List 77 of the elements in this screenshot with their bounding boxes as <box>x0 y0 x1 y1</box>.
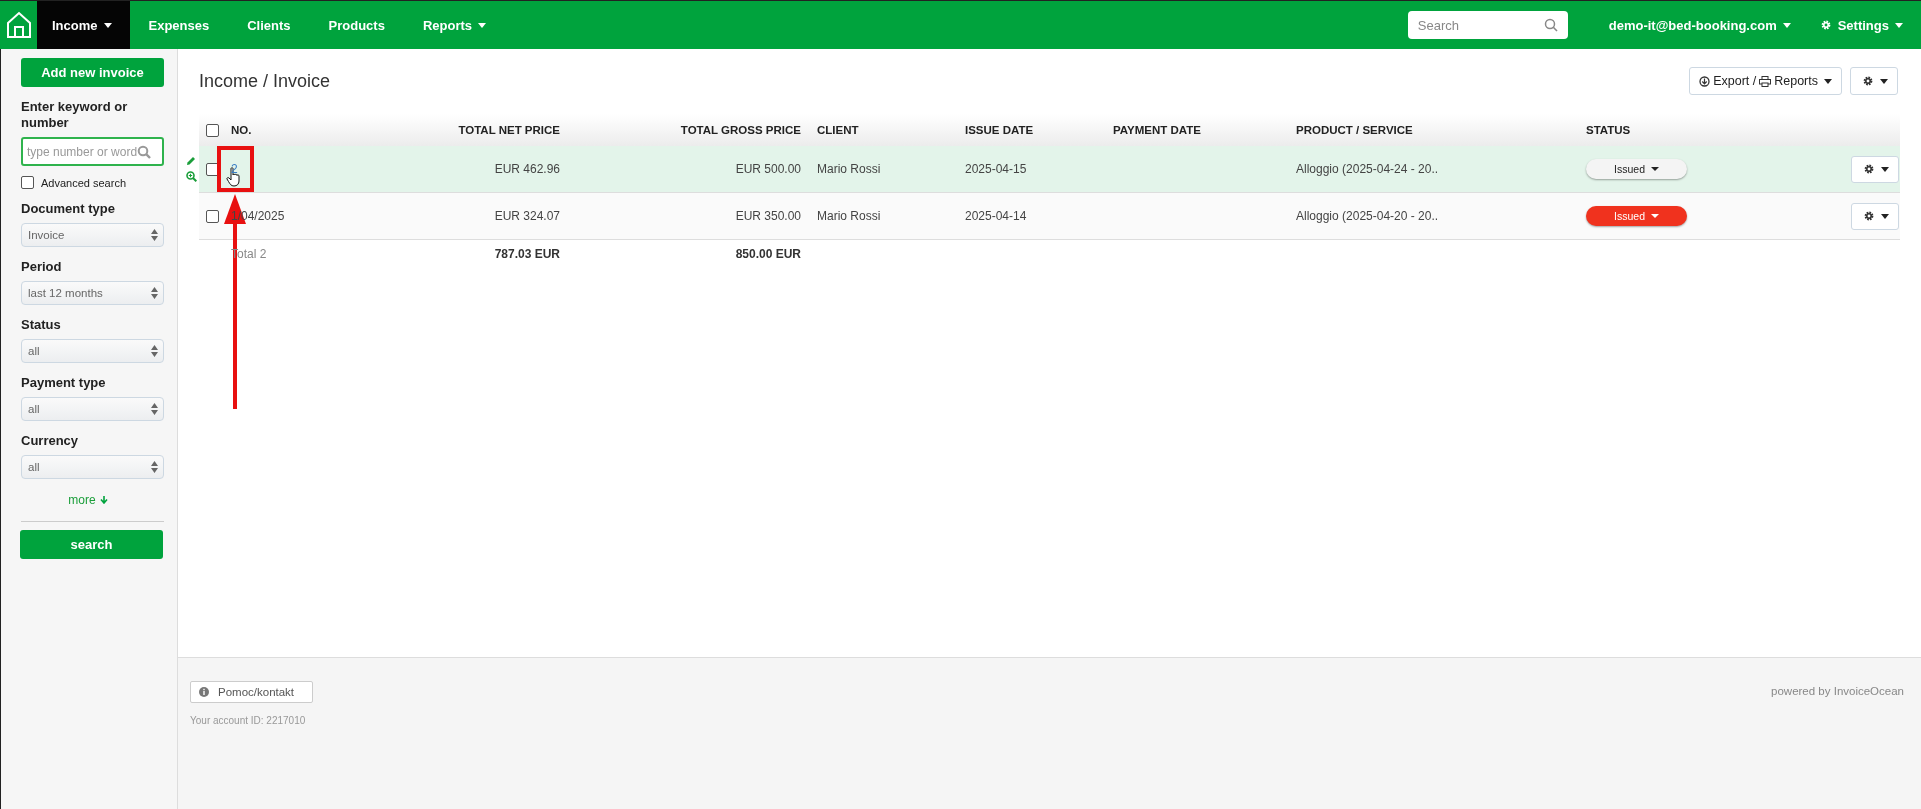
gear-icon <box>1819 19 1832 31</box>
powered-by-text: powered by InvoiceOcean <box>1771 685 1904 699</box>
nav-tab[interactable]: Expenses <box>129 1 229 49</box>
filter-label: Currency <box>21 433 80 449</box>
row-actions-button[interactable] <box>1851 155 1899 183</box>
settings-button[interactable] <box>1850 67 1898 95</box>
select-arrows-icon <box>151 461 158 473</box>
status-dropdown[interactable]: Issued <box>1586 159 1687 179</box>
table-cell: EUR 462.96 <box>494 162 560 176</box>
filter-label: Period <box>21 259 63 275</box>
column-header: PAYMENT DATE <box>1112 124 1202 136</box>
user-menu[interactable]: demo-it@bed-booking.com <box>1589 1 1810 49</box>
column-header: STATUS <box>1585 124 1632 136</box>
help-contact-button[interactable]: Pomoc/kontakt <box>190 681 313 703</box>
column-header: TOTAL NET PRICE <box>457 124 561 136</box>
column-header: CLIENT <box>816 124 860 136</box>
column-header: ISSUE DATE <box>964 124 1035 136</box>
select-arrows-icon <box>151 403 158 415</box>
nav-tab[interactable]: Reports <box>403 1 506 49</box>
column-header: TOTAL GROSS PRICE <box>679 124 802 136</box>
export-reports-button[interactable]: Export / Reports <box>1689 67 1842 95</box>
table-cell: Mario Rossi <box>817 162 881 176</box>
invoice-number-link[interactable]: 2 <box>231 162 238 176</box>
nav-tab[interactable]: Clients <box>228 1 310 49</box>
search-icon <box>137 144 151 159</box>
advanced-search-checkbox[interactable] <box>21 176 34 189</box>
filter-label: Payment type <box>21 375 107 391</box>
filter-select[interactable]: last 12 months <box>21 281 164 305</box>
download-icon <box>1699 75 1711 87</box>
nav-tab[interactable]: Income <box>37 1 130 49</box>
gear-icon <box>1863 210 1875 222</box>
column-header: NO. <box>230 124 253 136</box>
total-net: 787.03 EUR <box>494 247 560 261</box>
status-dropdown[interactable]: Issued <box>1586 206 1687 226</box>
advanced-search-label: Advanced search <box>41 176 126 189</box>
printer-icon <box>1759 75 1772 87</box>
row-actions-button[interactable] <box>1851 202 1899 230</box>
filter-select[interactable]: all <box>21 397 164 421</box>
table-cell: Alloggio (2025-04-24 - 20.. <box>1296 162 1439 176</box>
select-arrows-icon <box>151 345 158 357</box>
row-checkbox[interactable] <box>206 209 219 223</box>
search-button[interactable]: search <box>20 530 163 559</box>
keyword-label: Enter keyword or number <box>21 99 129 131</box>
pencil-icon[interactable] <box>186 156 196 166</box>
table-cell: 2025-04-14 <box>965 209 1027 223</box>
table-cell: EUR 350.00 <box>735 209 801 223</box>
total-gross: 850.00 EUR <box>735 247 801 261</box>
select-all-checkbox[interactable] <box>206 123 219 137</box>
settings-menu[interactable]: Settings <box>1809 1 1921 49</box>
table-cell: 2025-04-15 <box>965 162 1027 176</box>
select-arrows-icon <box>151 229 158 241</box>
highlight-box <box>217 146 254 192</box>
filter-label: Document type <box>21 201 116 217</box>
select-arrows-icon <box>151 287 158 299</box>
page-title: Income / Invoice <box>199 70 331 92</box>
zoom-in-icon[interactable] <box>186 171 197 182</box>
filter-label: Status <box>21 317 62 333</box>
table-cell: EUR 500.00 <box>735 162 801 176</box>
account-id: Your account ID: 2217010 <box>190 715 307 726</box>
column-header: PRODUCT / SERVICE <box>1295 124 1414 136</box>
info-icon <box>199 687 209 697</box>
filter-select[interactable]: Invoice <box>21 223 164 247</box>
house-icon <box>5 11 32 39</box>
table-cell: EUR 324.07 <box>494 209 560 223</box>
more-link[interactable]: more <box>68 493 108 507</box>
keyword-box[interactable]: type number or word <box>21 137 164 166</box>
gear-icon <box>1863 163 1875 175</box>
search-icon <box>1543 18 1558 32</box>
gear-icon <box>1862 75 1874 87</box>
table-cell: Alloggio (2025-04-20 - 20.. <box>1296 209 1439 223</box>
add-new-invoice-button[interactable]: Add new invoice <box>21 58 164 87</box>
nav-tab[interactable]: Products <box>309 1 404 49</box>
filter-select[interactable]: all <box>21 455 164 479</box>
filter-select[interactable]: all <box>21 339 164 363</box>
table-cell: Mario Rossi <box>817 209 881 223</box>
arrow-down-icon <box>99 496 108 504</box>
search-box[interactable]: Search <box>1407 11 1568 39</box>
